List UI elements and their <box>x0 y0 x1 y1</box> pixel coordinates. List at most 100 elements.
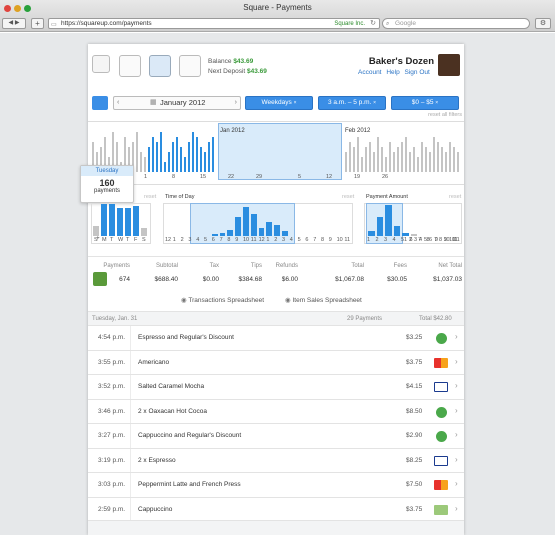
chevron-right-icon[interactable]: › <box>455 332 458 341</box>
chart-toggle-icon[interactable] <box>92 96 108 110</box>
item-sales-export-label: Item Sales Spreadsheet <box>292 297 362 304</box>
table-row[interactable]: 3:03 p.m. Peppermint Latte and French Pre… <box>88 472 464 497</box>
row-amount: $2.90 <box>406 432 423 439</box>
time-tick: 12 <box>165 237 172 243</box>
account-link[interactable]: Account <box>358 69 382 76</box>
square-logo-icon[interactable] <box>92 55 110 73</box>
row-time: 2:59 p.m. <box>98 505 126 513</box>
row-amount: $4.15 <box>406 383 423 390</box>
play-icon[interactable]: ▸ <box>97 235 100 241</box>
back-forward-buttons[interactable]: ◀ ▶ <box>2 18 26 29</box>
amount-tick: 11 <box>454 237 460 243</box>
search-field[interactable]: ⌕ Google <box>382 18 530 29</box>
day-tick: T <box>126 237 130 243</box>
register-icon[interactable] <box>119 55 141 77</box>
timeline-bar <box>369 142 371 172</box>
timeline-bar <box>152 137 154 172</box>
timeline-bar <box>373 152 375 172</box>
help-link[interactable]: Help <box>386 69 399 76</box>
cash-icon <box>436 333 447 344</box>
next-month-icon[interactable]: › <box>235 97 237 109</box>
time-tick: 2 <box>180 237 184 243</box>
weekdays-filter[interactable]: Weekdays × <box>245 96 313 110</box>
day-reset-link[interactable]: reset <box>144 194 156 200</box>
month-selector[interactable]: ‹ ▦ January 2012 › <box>113 96 241 110</box>
payments-icon[interactable] <box>149 55 171 77</box>
amount-filter[interactable]: $0 – $5 × <box>391 96 459 110</box>
time-tick: 11 <box>344 237 351 243</box>
amount-tick: 1 <box>404 237 408 243</box>
chart-bar <box>227 229 234 236</box>
timeline-bar <box>168 152 170 172</box>
visa-icon <box>434 455 448 466</box>
time-tick: 7 <box>313 237 317 243</box>
timeline-tick: 19 <box>354 174 361 180</box>
row-time: 3:03 p.m. <box>98 481 126 488</box>
header-links: Account Help Sign Out <box>358 69 430 76</box>
list-payment-count: 29 Payments <box>347 316 383 322</box>
chevron-right-icon[interactable]: › <box>455 455 458 464</box>
summary-header: Fees <box>393 263 407 269</box>
table-row[interactable]: 3:55 p.m. Americano $3.75 › <box>88 349 464 375</box>
timeline-bar <box>212 137 214 172</box>
mastercard-icon <box>434 480 448 490</box>
time-reset-link[interactable]: reset <box>342 194 354 200</box>
timeline-tick: 15 <box>200 174 207 180</box>
day-tick: W <box>118 237 124 243</box>
address-bar[interactable]: ▭ https://squareup.com/payments Square I… <box>48 18 380 29</box>
merchant-logo <box>438 54 460 76</box>
timeline-bar <box>180 147 182 172</box>
row-time: 3:19 p.m. <box>98 456 126 464</box>
table-row[interactable]: 3:52 p.m. Salted Caramel Mocha $4.15 › <box>88 374 464 399</box>
timeline-bar <box>164 162 166 172</box>
transactions-export[interactable]: ◉ Transactions Spreadsheet <box>181 296 264 304</box>
timeline-bar <box>208 142 210 172</box>
table-row[interactable]: 3:46 p.m. 2 x Oaxacan Hot Cocoa $8.50 › <box>88 398 464 424</box>
reload-icon[interactable]: ↻ <box>370 19 376 29</box>
timeline-bar <box>204 152 206 172</box>
timeline-bar <box>397 147 399 172</box>
chart-bar <box>235 216 241 236</box>
next-deposit-value: $43.69 <box>247 68 267 75</box>
row-time: 3:55 p.m. <box>98 358 126 366</box>
summary-value: $30.05 <box>387 276 407 283</box>
timeline-bar <box>156 142 158 172</box>
chart-bar <box>282 231 288 236</box>
table-row[interactable]: 4:54 p.m. Espresso and Regular's Discount… <box>88 325 464 350</box>
chevron-right-icon[interactable]: › <box>455 381 458 390</box>
prev-month-icon[interactable]: ‹ <box>117 97 119 109</box>
table-row[interactable]: 2:59 p.m. Cappuccino $3.75 › <box>88 496 464 522</box>
item-sales-export[interactable]: ◉ Item Sales Spreadsheet <box>285 296 362 304</box>
table-row[interactable]: 3:27 p.m. Cappuccino and Regular's Discou… <box>88 423 464 448</box>
chevron-right-icon[interactable]: › <box>455 406 458 415</box>
tooltip-unit: payments <box>93 188 120 194</box>
settings-gear-icon[interactable]: ⚙ <box>535 18 551 29</box>
chart-bar <box>211 234 218 236</box>
time-filter[interactable]: 3 a.m. – 5 p.m. × <box>318 96 386 110</box>
amount-reset-link[interactable]: reset <box>449 194 461 200</box>
reset-all-link[interactable]: reset all filters <box>410 112 462 118</box>
chart-bar <box>250 213 257 236</box>
close-icon[interactable]: × <box>435 100 438 106</box>
time-tick: 4 <box>196 237 200 243</box>
add-tab-icon[interactable]: + <box>31 18 44 29</box>
next-deposit-line: Next Deposit $43.69 <box>208 68 267 75</box>
time-tick: 1 <box>266 237 270 243</box>
row-item-name: Salted Caramel Mocha <box>138 383 205 390</box>
sign-out-link[interactable]: Sign Out <box>405 69 430 76</box>
deposit-icon[interactable] <box>179 55 201 77</box>
amount-tick: 2 <box>375 237 379 243</box>
chevron-right-icon[interactable]: › <box>455 430 458 439</box>
timeline-bar <box>176 137 178 172</box>
chart-bar <box>266 221 273 236</box>
timeline-bar <box>357 137 359 172</box>
chevron-right-icon[interactable]: › <box>455 357 458 366</box>
chevron-right-icon[interactable]: › <box>455 504 458 513</box>
timeline-bar <box>457 152 459 172</box>
chart-bar <box>101 204 107 236</box>
chevron-right-icon[interactable]: › <box>455 479 458 488</box>
close-icon[interactable]: × <box>294 100 297 106</box>
close-icon[interactable]: × <box>373 100 376 106</box>
table-row[interactable]: 3:19 p.m. 2 x Espresso $8.25 › <box>88 447 464 473</box>
amount-tick: 4 <box>392 237 396 243</box>
